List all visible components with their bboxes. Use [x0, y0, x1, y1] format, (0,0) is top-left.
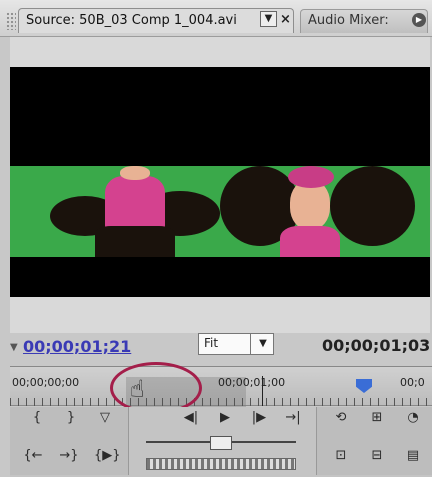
set-marker-icon[interactable]: ▽ — [94, 410, 116, 425]
goto-next-edit-icon[interactable]: →| — [282, 410, 304, 425]
output-options-icon[interactable]: ◔ — [402, 410, 424, 425]
playhead-line[interactable] — [262, 376, 263, 406]
tab-menu-dropdown-icon[interactable]: ▼ — [260, 11, 277, 27]
safe-margins-icon[interactable]: ⊞ — [366, 410, 388, 425]
mark-out-icon[interactable]: } — [60, 410, 82, 425]
insert-icon[interactable]: ⊡ — [330, 448, 352, 463]
zoom-dropdown-icon[interactable]: ▼ — [250, 333, 275, 355]
tab-source-label[interactable]: Source: 50B_03 Comp 1_004.avi — [26, 13, 237, 28]
step-forward-icon[interactable]: |▶ — [248, 410, 270, 425]
play-in-to-out-icon[interactable]: {▶} — [94, 448, 121, 463]
current-timecode[interactable]: 00;00;01;21 — [23, 337, 131, 356]
ruler-label-end: 00;0 — [400, 376, 425, 389]
goto-in-icon[interactable]: {← — [22, 448, 44, 463]
step-back-icon[interactable]: ◀| — [180, 410, 202, 425]
mark-in-icon[interactable]: { — [26, 410, 48, 425]
ruler-label-mid: 00;00;01;00 — [218, 376, 286, 389]
hand-cursor-icon: ☝ — [130, 375, 145, 403]
ruler-ticks — [10, 398, 432, 406]
video-frame-image — [10, 166, 430, 257]
timecode-disclosure-icon[interactable]: ▼ — [10, 342, 18, 353]
play-icon[interactable]: ▶ — [214, 410, 236, 425]
tab-overflow-icon[interactable]: ▶ — [412, 13, 426, 27]
tab-close-icon[interactable]: × — [280, 12, 291, 27]
shuttle-slider[interactable] — [146, 458, 296, 470]
goto-out-icon[interactable]: →} — [58, 448, 80, 463]
export-frame-icon[interactable]: ▤ — [402, 448, 424, 463]
duration-timecode: 00;00;01;03 — [322, 336, 431, 355]
zoom-select-value[interactable]: Fit — [204, 336, 218, 350]
panel-grip-icon[interactable] — [6, 12, 16, 30]
tab-audio-mixer-label[interactable]: Audio Mixer: — [308, 13, 389, 28]
jog-handle[interactable] — [210, 436, 232, 450]
ruler-label-start: 00;00;00;00 — [12, 376, 80, 389]
loop-icon[interactable]: ⟲ — [330, 410, 352, 425]
overlay-icon[interactable]: ⊟ — [366, 448, 388, 463]
